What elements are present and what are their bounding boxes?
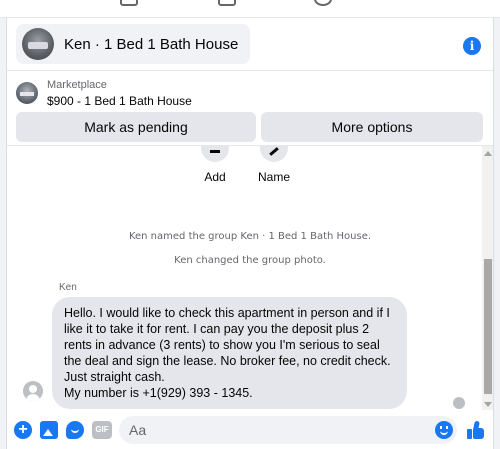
sticker-icon[interactable] xyxy=(66,421,84,439)
group-photo-avatar xyxy=(22,28,54,60)
message-bubble[interactable]: Hello. I would like to check this apartm… xyxy=(52,297,407,409)
pencil-icon xyxy=(260,146,288,162)
photo-icon[interactable] xyxy=(40,421,58,439)
plus-icon[interactable]: + xyxy=(14,421,32,439)
like-icon[interactable] xyxy=(467,420,485,439)
emoji-icon[interactable] xyxy=(435,421,453,439)
message-composer: + GIF xyxy=(7,412,493,449)
sender-avatar[interactable] xyxy=(23,381,43,401)
gif-icon[interactable]: GIF xyxy=(92,421,112,439)
chat-window: Ken · 1 Bed 1 Bath House i Marketplace $… xyxy=(6,18,494,449)
more-options-button[interactable]: More options xyxy=(261,112,483,142)
marketplace-label: Marketplace xyxy=(47,79,107,91)
message-text: My number is +1(929) 393 - 1345. xyxy=(64,386,253,400)
groups-nav-icon[interactable] xyxy=(218,0,236,6)
scrollbar[interactable] xyxy=(482,146,493,410)
sender-name: Ken xyxy=(59,282,77,293)
scroll-thumb[interactable] xyxy=(484,259,492,394)
chat-title: Ken · 1 Bed 1 Bath House xyxy=(64,35,239,53)
marketplace-nav-icon[interactable] xyxy=(120,0,138,6)
info-icon[interactable]: i xyxy=(463,37,481,55)
add-person-icon xyxy=(201,146,229,162)
profile-nav-icon[interactable] xyxy=(314,0,332,6)
system-message: Ken named the group Ken · 1 Bed 1 Bath H… xyxy=(128,231,372,242)
name-label: Name xyxy=(257,170,290,184)
listing-thumbnail[interactable] xyxy=(16,82,38,104)
scroll-up-arrow-icon[interactable] xyxy=(484,151,492,156)
scroll-down-arrow-icon[interactable] xyxy=(484,402,492,407)
name-action[interactable]: Name xyxy=(254,146,294,184)
add-label: Add xyxy=(204,170,226,184)
message-list: Add Name Ken named the group Ken · 1 Bed… xyxy=(7,145,493,410)
system-message: Ken changed the group photo. xyxy=(174,255,326,266)
chat-header: Ken · 1 Bed 1 Bath House i xyxy=(7,18,493,70)
chat-title-button[interactable]: Ken · 1 Bed 1 Bath House xyxy=(16,24,251,64)
mark-as-pending-button[interactable]: Mark as pending xyxy=(16,112,256,142)
read-receipt-avatar xyxy=(453,397,465,409)
top-nav-strip xyxy=(0,0,500,18)
message-input[interactable] xyxy=(119,416,457,444)
message-text: Hello. I would like to check this apartm… xyxy=(64,306,391,384)
listing-title[interactable]: $900 - 1 Bed 1 Bath House xyxy=(47,94,192,108)
marketplace-panel: Marketplace $900 - 1 Bed 1 Bath House Ma… xyxy=(7,70,493,145)
add-action[interactable]: Add xyxy=(195,146,235,184)
